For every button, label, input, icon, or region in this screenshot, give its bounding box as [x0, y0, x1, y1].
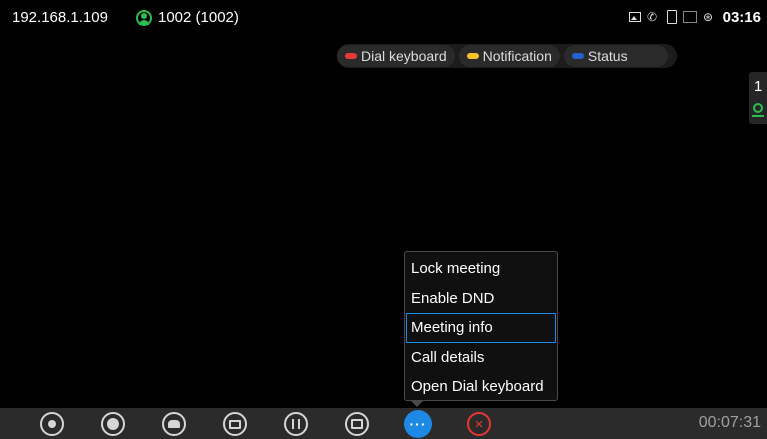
account-label: 1002 (1002): [158, 9, 239, 26]
network-icon: [683, 11, 697, 23]
account-status-icon: [136, 10, 152, 26]
legend-notification[interactable]: Notification: [458, 45, 560, 67]
presence-icon: [753, 103, 763, 113]
image-icon: [629, 12, 641, 22]
menu-item-meeting-info[interactable]: Meeting info: [406, 313, 556, 343]
phone-icon: ✆: [647, 10, 658, 24]
legend-label: Dial keyboard: [361, 48, 447, 64]
layout-button[interactable]: [223, 412, 247, 436]
sim-icon: [667, 10, 677, 24]
wifi-icon: ⊛: [703, 10, 714, 24]
legend-bar: Dial keyboard Notification Status: [337, 44, 677, 68]
legend-status[interactable]: Status: [563, 45, 668, 67]
add-participant-icon: [48, 420, 56, 428]
menu-item-open-dial-keyboard[interactable]: Open Dial keyboard: [405, 372, 557, 402]
side-participant-tab[interactable]: 1: [749, 72, 767, 124]
participants-icon: [168, 420, 180, 428]
call-duration: 00:07:31: [698, 414, 761, 431]
pause-icon: [292, 419, 300, 429]
hangup-button[interactable]: ×: [467, 412, 491, 436]
presence-underline: [752, 115, 764, 117]
status-icons: ✆ ⊛: [629, 10, 717, 24]
record-button[interactable]: [101, 412, 125, 436]
menu-item-call-details[interactable]: Call details: [405, 343, 557, 373]
legend-dial-keyboard[interactable]: Dial keyboard: [337, 45, 455, 67]
hangup-icon: ×: [474, 415, 484, 433]
record-icon: [107, 418, 119, 430]
camera-button[interactable]: [345, 412, 369, 436]
legend-label: Notification: [482, 48, 552, 64]
menu-caret: [411, 401, 423, 407]
yellow-dot-icon: [466, 53, 479, 59]
more-button[interactable]: ···: [404, 410, 432, 438]
blue-dot-icon: [571, 53, 584, 59]
more-icon: ···: [409, 416, 427, 432]
add-participant-button[interactable]: [40, 412, 64, 436]
clock: 03:16: [722, 9, 761, 26]
legend-label: Status: [587, 48, 628, 64]
red-dot-icon: [345, 53, 357, 59]
layout-icon: [229, 419, 241, 429]
call-toolbar: ··· × 00:07:31: [0, 408, 767, 439]
participant-count: 1: [754, 78, 763, 95]
more-options-menu: Lock meeting Enable DND Meeting info Cal…: [404, 251, 558, 401]
pause-button[interactable]: [284, 412, 308, 436]
menu-item-lock-meeting[interactable]: Lock meeting: [405, 254, 557, 284]
menu-item-enable-dnd[interactable]: Enable DND: [405, 284, 557, 314]
participants-button[interactable]: [162, 412, 186, 436]
status-bar: 192.168.1.109 1002 (1002) ✆ ⊛ 03:16: [0, 0, 767, 34]
ip-address: 192.168.1.109: [12, 9, 108, 26]
camera-icon: [351, 419, 363, 429]
